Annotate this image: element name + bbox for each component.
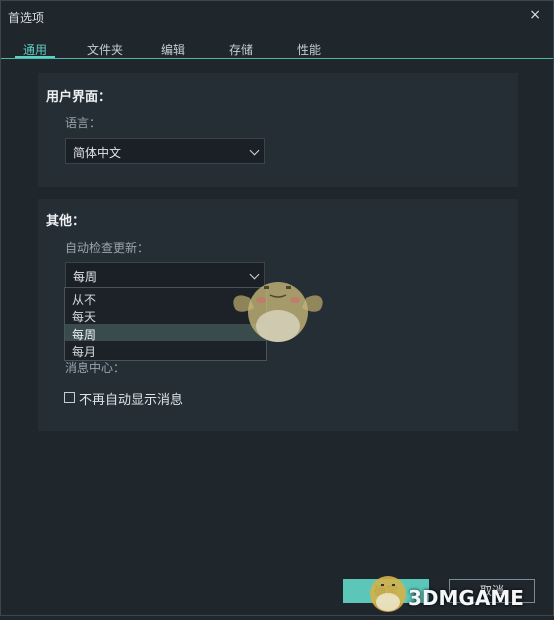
chevron-down-icon	[249, 269, 260, 280]
dropdown-option-monthly[interactable]: 每月	[65, 341, 266, 359]
active-tab-indicator	[15, 56, 55, 58]
tab-storage[interactable]: 存储	[229, 41, 253, 58]
auto-update-label: 自动检查更新：	[65, 241, 150, 255]
ui-section: 用户界面： 语言： 简体中文	[38, 73, 518, 187]
title-bar: 首选项 ×	[1, 1, 553, 31]
dropdown-option-weekly[interactable]: 每周	[65, 324, 266, 342]
preferences-window: 首选项 × 通用 文件夹 编辑 存储 性能 用户界面： 语言： 简体中文 其他：…	[0, 0, 554, 616]
ok-button[interactable]: 确定	[343, 579, 429, 603]
window-title: 首选项	[8, 11, 45, 25]
message-center-label: 消息中心：	[65, 361, 126, 375]
cancel-button[interactable]: 取消	[449, 579, 535, 603]
language-label: 语言：	[65, 116, 102, 130]
no-auto-messages-checkbox[interactable]	[64, 392, 75, 403]
tab-folders[interactable]: 文件夹	[87, 41, 123, 58]
ui-section-title: 用户界面：	[46, 90, 112, 105]
tab-editing[interactable]: 编辑	[161, 41, 185, 58]
close-icon[interactable]: ×	[529, 7, 541, 23]
auto-update-select[interactable]: 每周	[65, 262, 265, 288]
no-auto-messages-label: 不再自动显示消息	[79, 393, 184, 408]
tab-bar: 通用 文件夹 编辑 存储 性能	[1, 37, 553, 59]
auto-update-select-value: 每周	[73, 270, 98, 284]
dropdown-option-never[interactable]: 从不	[65, 289, 266, 307]
language-select[interactable]: 简体中文	[65, 138, 265, 164]
auto-update-dropdown: 从不 每天 每周 每月	[64, 287, 267, 361]
dropdown-option-daily[interactable]: 每天	[65, 306, 266, 324]
other-section-title: 其他：	[46, 214, 86, 229]
tab-performance[interactable]: 性能	[297, 41, 321, 58]
chevron-down-icon	[249, 145, 260, 156]
language-select-value: 简体中文	[73, 146, 122, 160]
